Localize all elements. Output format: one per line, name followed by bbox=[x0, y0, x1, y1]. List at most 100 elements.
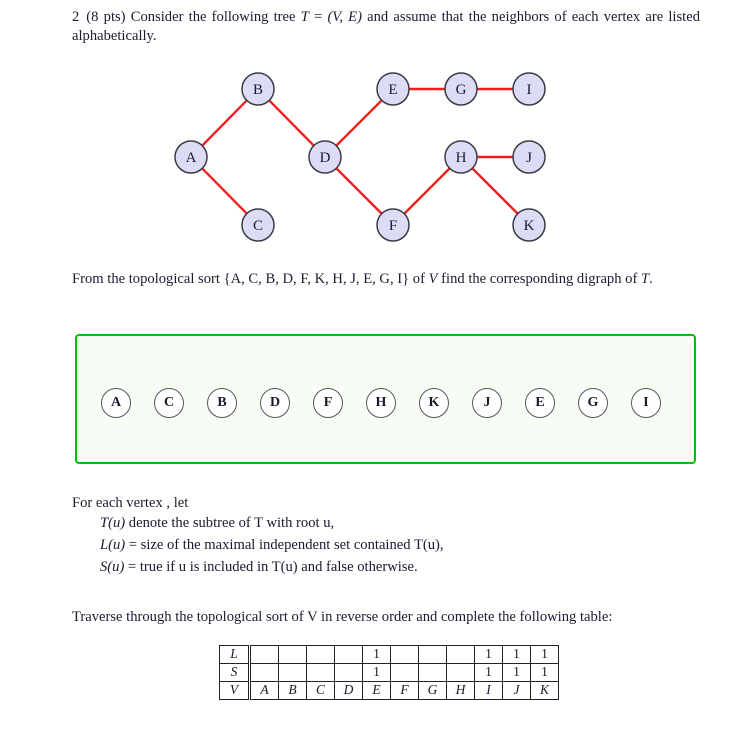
vertex-table-cell-S-J[interactable]: 1 bbox=[502, 663, 531, 682]
vertex-table-cell-V-A: A bbox=[249, 681, 279, 700]
tree-node-label-E: E bbox=[388, 82, 397, 98]
answer-node-row: A C B D F H K J EGI bbox=[77, 388, 694, 428]
symbol-T-2: T bbox=[640, 271, 650, 287]
tree-node-B[interactable]: B bbox=[241, 72, 275, 106]
vertex-table-cell-S-D[interactable] bbox=[334, 663, 363, 682]
tree-edge-H-K bbox=[470, 166, 520, 216]
definition-S-rhs: = true if u is included in T(u) and fals… bbox=[124, 559, 418, 575]
vertex-table-cell-L-H[interactable] bbox=[446, 645, 475, 664]
vertex-table-cell-S-E[interactable]: 1 bbox=[362, 663, 391, 682]
equals-sign: = bbox=[308, 9, 328, 25]
vertex-table-cell-L-G[interactable] bbox=[418, 645, 447, 664]
vertex-table-cell-L-D[interactable] bbox=[334, 645, 363, 664]
question-points: (8 pts) bbox=[86, 9, 126, 25]
tree-node-label-H: H bbox=[456, 150, 467, 166]
vertex-table-cell-V-J: J bbox=[502, 681, 531, 700]
tree-edge-A-C bbox=[200, 166, 249, 216]
vertex-table-cell-L-J[interactable]: 1 bbox=[502, 645, 531, 664]
vertex-table-cell-S-A[interactable] bbox=[249, 663, 279, 682]
definition-L: L(u) = size of the maximal independent s… bbox=[100, 538, 700, 560]
answer-node-label-D: D bbox=[269, 395, 281, 410]
symbol-T: T bbox=[300, 9, 309, 25]
vertex-table-cell-L-C[interactable] bbox=[306, 645, 335, 664]
symbol-VE: (V, E) bbox=[327, 9, 362, 25]
answer-node-label-J: J bbox=[483, 395, 491, 410]
answer-node-label-K: K bbox=[428, 395, 440, 410]
tree-edge-A-B bbox=[200, 98, 249, 148]
question-intro-text-1: Consider the following tree bbox=[130, 9, 301, 25]
vertex-table-wrapper: L1111S1111VABCDEFGHIJK bbox=[219, 645, 559, 700]
answer-node-label-F: F bbox=[323, 395, 333, 410]
tree-node-F[interactable]: F bbox=[376, 208, 410, 242]
topo-text-1: From the topological sort {A, C, B, D, F… bbox=[72, 271, 429, 287]
answer-node-label-H: H bbox=[375, 395, 387, 410]
vertex-table-cell-L-I[interactable]: 1 bbox=[474, 645, 503, 664]
tree-edge-D-E bbox=[334, 98, 384, 148]
vertex-table-rowlabel-V: V bbox=[219, 681, 251, 700]
tree-edge-B-D bbox=[267, 98, 316, 148]
answer-node-B[interactable]: B bbox=[207, 388, 237, 418]
tree-node-D[interactable]: D bbox=[308, 140, 342, 174]
vertex-table-cell-L-A[interactable] bbox=[249, 645, 279, 664]
tree-node-J[interactable]: J bbox=[512, 140, 546, 174]
topo-text-2: find the corresponding digraph of bbox=[437, 271, 641, 287]
answer-node-I[interactable]: I bbox=[631, 388, 661, 418]
question-number: 2 bbox=[72, 9, 80, 25]
answer-node-A[interactable]: A bbox=[101, 388, 131, 418]
tree-node-label-J: J bbox=[526, 150, 532, 166]
definition-T: T(u) denote the subtree of T with root u… bbox=[100, 516, 700, 538]
tree-node-label-G: G bbox=[456, 82, 467, 98]
vertex-table-cell-L-B[interactable] bbox=[278, 645, 307, 664]
definition-L-lhs: L(u) bbox=[100, 537, 126, 553]
topo-period: . bbox=[649, 271, 653, 287]
vertex-table-cell-S-G[interactable] bbox=[418, 663, 447, 682]
answer-node-label-C: C bbox=[163, 395, 175, 410]
vertex-table[interactable]: L1111S1111VABCDEFGHIJK bbox=[219, 645, 559, 700]
traverse-instruction: Traverse through the topological sort of… bbox=[72, 609, 613, 625]
tree-node-C[interactable]: C bbox=[241, 208, 275, 242]
tree-node-E[interactable]: E bbox=[376, 72, 410, 106]
definition-S: S(u) = true if u is included in T(u) and… bbox=[100, 560, 700, 582]
tree-node-G[interactable]: G bbox=[444, 72, 478, 106]
tree-node-label-K: K bbox=[524, 218, 535, 234]
vertex-table-cell-S-C[interactable] bbox=[306, 663, 335, 682]
vertex-table-cell-V-F: F bbox=[390, 681, 419, 700]
tree-edge-F-H bbox=[402, 166, 452, 216]
answer-node-G[interactable]: G bbox=[578, 388, 608, 418]
tree-node-K[interactable]: K bbox=[512, 208, 546, 242]
tree-node-label-B: B bbox=[253, 82, 263, 98]
vertex-table-cell-V-I: I bbox=[474, 681, 503, 700]
tree-node-label-I: I bbox=[527, 82, 532, 98]
tree-node-label-F: F bbox=[389, 218, 397, 234]
answer-node-E[interactable]: E bbox=[525, 388, 555, 418]
vertex-table-cell-S-B[interactable] bbox=[278, 663, 307, 682]
vertex-table-row-L: L1111 bbox=[219, 645, 559, 664]
answer-box[interactable]: A C B D F H K J EGI bbox=[75, 334, 696, 464]
vertex-table-cell-L-E[interactable]: 1 bbox=[362, 645, 391, 664]
answer-node-F[interactable]: F bbox=[313, 388, 343, 418]
answer-node-C[interactable]: C bbox=[154, 388, 184, 418]
vertex-table-cell-V-D: D bbox=[334, 681, 363, 700]
answer-node-H[interactable]: H bbox=[366, 388, 396, 418]
definition-S-lhs: S(u) bbox=[100, 559, 125, 575]
vertex-table-cell-L-K[interactable]: 1 bbox=[530, 645, 559, 664]
answer-node-D[interactable]: D bbox=[260, 388, 290, 418]
vertex-table-cell-S-K[interactable]: 1 bbox=[530, 663, 559, 682]
tree-node-label-C: C bbox=[253, 218, 263, 234]
answer-node-J[interactable]: J bbox=[472, 388, 502, 418]
vertex-table-cell-V-G: G bbox=[418, 681, 447, 700]
vertex-table-cell-S-H[interactable] bbox=[446, 663, 475, 682]
vertex-table-cell-V-K: K bbox=[530, 681, 559, 700]
vertex-table-cell-S-I[interactable]: 1 bbox=[474, 663, 503, 682]
tree-node-A[interactable]: A bbox=[174, 140, 208, 174]
definition-list: T(u) denote the subtree of T with root u… bbox=[100, 516, 700, 582]
vertex-table-rowlabel-L: L bbox=[219, 645, 251, 664]
tree-node-H[interactable]: H bbox=[444, 140, 478, 174]
definition-T-rhs: denote the subtree of T with root u, bbox=[125, 515, 335, 531]
vertex-table-cell-L-F[interactable] bbox=[390, 645, 419, 664]
vertex-table-cell-V-B: B bbox=[278, 681, 307, 700]
vertex-table-cell-S-F[interactable] bbox=[390, 663, 419, 682]
tree-node-I[interactable]: I bbox=[512, 72, 546, 106]
for-each-vertex-line: For each vertex , let bbox=[72, 495, 189, 511]
answer-node-K[interactable]: K bbox=[419, 388, 449, 418]
